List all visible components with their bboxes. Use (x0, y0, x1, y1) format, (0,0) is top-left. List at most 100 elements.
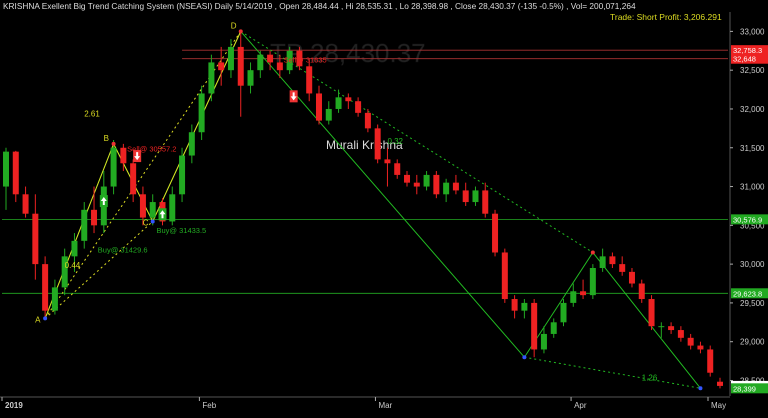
candle-body (218, 62, 225, 71)
y-tick-label: 31,500 (740, 144, 765, 153)
candle-body (619, 264, 626, 272)
zigzag-point-label: A (35, 315, 41, 324)
candle-body (345, 97, 352, 102)
x-tick-label: Feb (202, 401, 216, 410)
candle-body (511, 299, 518, 311)
candle-body (550, 322, 557, 334)
candle-body (501, 252, 508, 300)
candle-body (306, 66, 313, 94)
candle-body (697, 345, 704, 350)
x-tick-label: Apr (574, 401, 587, 410)
candle-body (257, 54, 264, 71)
candle-body (42, 264, 49, 311)
candle-body (492, 213, 499, 253)
candle-body (599, 256, 606, 268)
candle-body (51, 287, 58, 311)
y-tick-label: 33,000 (740, 27, 765, 36)
fib-ratio-label: 1.26 (642, 373, 658, 382)
candle-body (394, 163, 401, 175)
candle-body (71, 240, 78, 257)
price-chart: KRISHNA Exellent Big Trend Catching Syst… (0, 1, 768, 410)
y-tick-label: 32,000 (740, 105, 765, 114)
pivot-marker (590, 250, 595, 255)
signal-label: Buy@ 31433.5 (156, 226, 206, 235)
candle-body (315, 93, 322, 121)
zigzag-point-label: C (143, 218, 149, 227)
y-tick-label: 32,500 (740, 66, 765, 75)
pivot-marker (111, 141, 116, 146)
candle-body (687, 337, 694, 346)
candle-body (130, 163, 137, 195)
fib-leg-cd (152, 31, 242, 222)
candle-body (22, 194, 29, 214)
candle-body (648, 299, 655, 327)
trade-label: Trade: Short Profit: 3,206.291 (610, 12, 722, 22)
candle-body (32, 213, 39, 265)
chart-root: KRISHNA Exellent Big Trend Catching Syst… (0, 0, 768, 418)
candle-body (179, 155, 186, 195)
candle-body (482, 190, 489, 214)
price-tag-label: 32,648 (733, 55, 756, 64)
candle-body (237, 46, 244, 86)
chart-title: KRISHNA Exellent Big Trend Catching Syst… (3, 1, 636, 11)
candle-body (404, 174, 411, 183)
candle-body (198, 93, 205, 133)
candle-body (355, 101, 362, 113)
pivot-marker (150, 219, 155, 224)
pivot-marker (238, 29, 243, 34)
price-tag-label: 29,623.8 (733, 289, 762, 298)
candle-body (169, 194, 176, 222)
candle-body (325, 108, 332, 121)
candle-body (531, 302, 538, 350)
zigzag-point-label: D (231, 21, 237, 30)
candle-body (91, 209, 98, 226)
candle-body (423, 174, 430, 187)
fib-ratio-label: 2.61 (84, 110, 100, 119)
candle-body (628, 271, 635, 284)
candle-body (609, 256, 616, 265)
candle-body (677, 330, 684, 338)
candle-body (276, 62, 283, 71)
candle-body (443, 182, 450, 195)
candle-body (717, 381, 723, 386)
candle-body (540, 333, 547, 350)
candle-body (227, 46, 234, 71)
candle-body (267, 54, 274, 63)
y-tick-label: 29,000 (740, 338, 765, 347)
candle-body (149, 202, 156, 218)
fib-ratio-label: 0.44 (65, 261, 81, 270)
pivot-marker (43, 316, 48, 321)
dotted-low-low (524, 356, 701, 389)
candle-body (668, 326, 675, 331)
candle-body (589, 268, 596, 296)
candle-body (658, 326, 665, 328)
x-tick-label: 2019 (5, 401, 23, 410)
signal-label: Buy@ 31429.6 (98, 245, 148, 254)
price-tag-label: 30,576.9 (733, 215, 762, 224)
candle-body (462, 190, 469, 203)
candle-body (472, 190, 479, 203)
y-tick-label: 31,000 (740, 183, 765, 192)
candle-body (413, 182, 420, 187)
candle-body (580, 291, 587, 296)
candle-body (120, 147, 127, 164)
candle-body (638, 283, 645, 300)
candle-body (364, 112, 371, 129)
pivot-marker (698, 386, 703, 391)
candle-body (433, 174, 440, 195)
candle-body (570, 291, 577, 303)
candle-body (188, 132, 195, 156)
candle-body (384, 159, 391, 164)
candle-body (110, 147, 117, 187)
x-tick-label: Mar (378, 401, 392, 410)
fib-dotted-ac (44, 221, 154, 319)
zigzag-point-label: B (104, 134, 109, 143)
candle-body (208, 62, 215, 94)
fib-ratio-label: 0.32 (387, 137, 403, 146)
candle-body (81, 209, 88, 241)
price-tag-label: 28,399 (733, 384, 756, 393)
candle-body (335, 97, 342, 109)
y-tick-label: 30,000 (740, 260, 765, 269)
y-tick-label: 29,500 (740, 299, 765, 308)
pivot-marker (522, 355, 527, 360)
